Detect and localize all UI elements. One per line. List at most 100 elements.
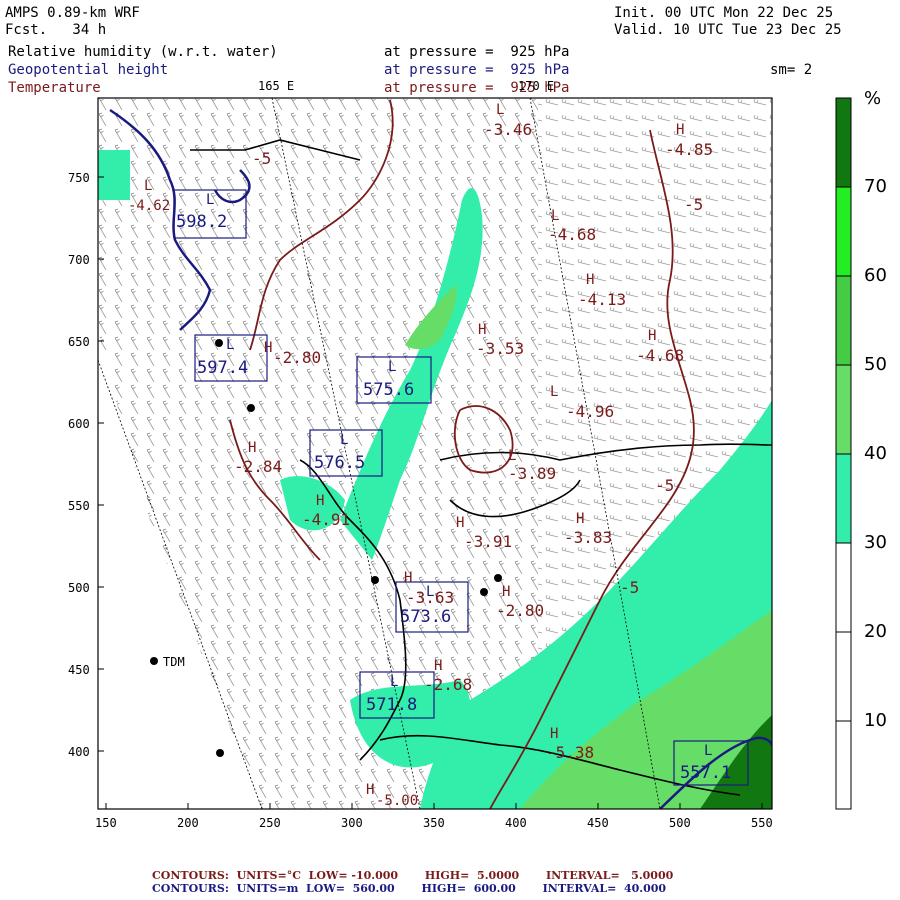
temp-hl-marker: H (316, 493, 325, 509)
x-tick-label: 500 (669, 816, 691, 830)
station-dot-tdm (150, 657, 158, 665)
x-tick-label: 450 (587, 816, 609, 830)
temp-hl-marker: H (404, 570, 413, 586)
plot-area (98, 98, 772, 809)
temp-contour-label: -5 (252, 149, 272, 168)
x-tick-label: 400 (505, 816, 527, 830)
colorbar-30 (836, 454, 851, 543)
y-tick-label: 550 (68, 499, 90, 513)
temp-hl-value: -3.63 (406, 588, 455, 607)
temp-contour-label: -5 (620, 578, 640, 597)
temp-hl-value: -4.68 (636, 346, 685, 365)
colorbar-label: 40 (864, 443, 887, 464)
height-box-value: 571.8 (366, 695, 418, 715)
colorbar-label: 10 (864, 710, 887, 731)
x-tick-label: 550 (751, 816, 773, 830)
temp-contour-label: -5 (655, 476, 675, 495)
height-box-value: 557.1 (680, 763, 732, 783)
height-box-hl: L (390, 674, 399, 690)
temp-hl-value: -2.84 (234, 457, 283, 476)
height-box-hl: L (340, 432, 349, 448)
colorbar-label: 30 (864, 532, 887, 553)
y-tick-label: 500 (68, 581, 90, 595)
x-tick-label: 300 (341, 816, 363, 830)
temp-hl-marker: L (144, 178, 153, 194)
station-dot (371, 576, 379, 584)
station-dot (247, 404, 255, 412)
height-box-hl: L (226, 337, 235, 353)
temp-hl-marker: H (586, 272, 595, 288)
temp-hl-value: -4.13 (578, 290, 627, 309)
y-tick-label: 700 (68, 253, 90, 267)
temp-hl-marker: H (434, 658, 443, 674)
temp-hl-value: -2.68 (424, 675, 473, 694)
station-label-tdm: TDM (163, 655, 185, 669)
rh-patch-northwest (98, 150, 130, 200)
temp-hl-value: -4.62 (128, 198, 171, 214)
temp-hl-value: -4.85 (665, 140, 714, 159)
temp-hl-marker: H (576, 511, 585, 527)
colorbar-label: 70 (864, 176, 887, 197)
colorbar-40 (836, 365, 851, 454)
temp-hl-marker: H (502, 584, 511, 600)
temp-hl-value: -4.68 (548, 225, 597, 244)
y-tick-label: 650 (68, 335, 90, 349)
height-box-value: 576.5 (314, 453, 366, 473)
temp-hl-value: -3.89 (508, 464, 557, 483)
height-box-value: 573.6 (400, 607, 452, 627)
colorbar-60 (836, 187, 851, 276)
station-dot (215, 339, 223, 347)
temp-hl-marker: H (478, 322, 487, 338)
station-dot (480, 588, 488, 596)
height-box-hl: L (206, 192, 215, 208)
temp-hl-value: -3.91 (464, 532, 513, 551)
y-tick-label: 600 (68, 417, 90, 431)
colorbar-label: 60 (864, 265, 887, 286)
x-tick-label: 250 (259, 816, 281, 830)
temp-hl-marker: L (550, 384, 559, 400)
temp-hl-marker: L (551, 208, 560, 224)
height-box-value: 598.2 (176, 212, 228, 232)
y-tick-label: 450 (68, 663, 90, 677)
colorbar-label: 50 (864, 354, 887, 375)
colorbar-label: 20 (864, 621, 887, 642)
colorbar-unit: % (864, 88, 882, 109)
height-box-hl: L (704, 743, 713, 759)
colorbar-70 (836, 98, 851, 187)
y-tick-label: 750 (68, 171, 90, 185)
temp-hl-value: -2.80 (496, 601, 545, 620)
temp-hl-marker: H (366, 782, 375, 798)
temp-hl-value: -4.91 (302, 510, 351, 529)
temp-hl-marker: H (264, 340, 273, 356)
temp-hl-marker: H (248, 440, 257, 456)
x-tick-label: 150 (95, 816, 117, 830)
temp-hl-marker: H (648, 328, 657, 344)
height-box-value: 597.4 (197, 358, 249, 378)
temp-hl-marker: H (676, 122, 685, 138)
temp-hl-marker: L (508, 448, 517, 464)
temp-hl-value: -3.53 (476, 339, 525, 358)
footer-height-contours: CONTOURS: UNITS=m LOW= 560.00 HIGH= 600.… (152, 882, 667, 895)
temp-contour-label: -5 (684, 195, 704, 214)
map-canvas (97, 97, 852, 810)
x-tick-label: 350 (423, 816, 445, 830)
colorbar-white (836, 543, 851, 809)
temp-hl-marker: H (456, 515, 465, 531)
temp-hl-value: -5.00 (376, 793, 419, 809)
x-tick-label: 200 (177, 816, 199, 830)
temp-hl-value: -4.96 (566, 402, 615, 421)
temp-hl-value: -2.80 (273, 348, 322, 367)
colorbar (835, 97, 852, 810)
temp-hl-value: -5.38 (546, 743, 595, 762)
height-box-value: 575.6 (363, 380, 415, 400)
temp-hl-marker: L (496, 102, 505, 118)
station-dot (494, 574, 502, 582)
y-tick-label: 400 (68, 745, 90, 759)
station-dot (216, 749, 224, 757)
temp-hl-value: -3.83 (564, 528, 613, 547)
temp-hl-value: -3.46 (484, 120, 533, 139)
height-box-hl: L (388, 359, 397, 375)
footer-temp-contours: CONTOURS: UNITS=°C LOW= -10.000 HIGH= 5.… (152, 869, 674, 882)
colorbar-50 (836, 276, 851, 365)
temp-hl-marker: H (550, 726, 559, 742)
